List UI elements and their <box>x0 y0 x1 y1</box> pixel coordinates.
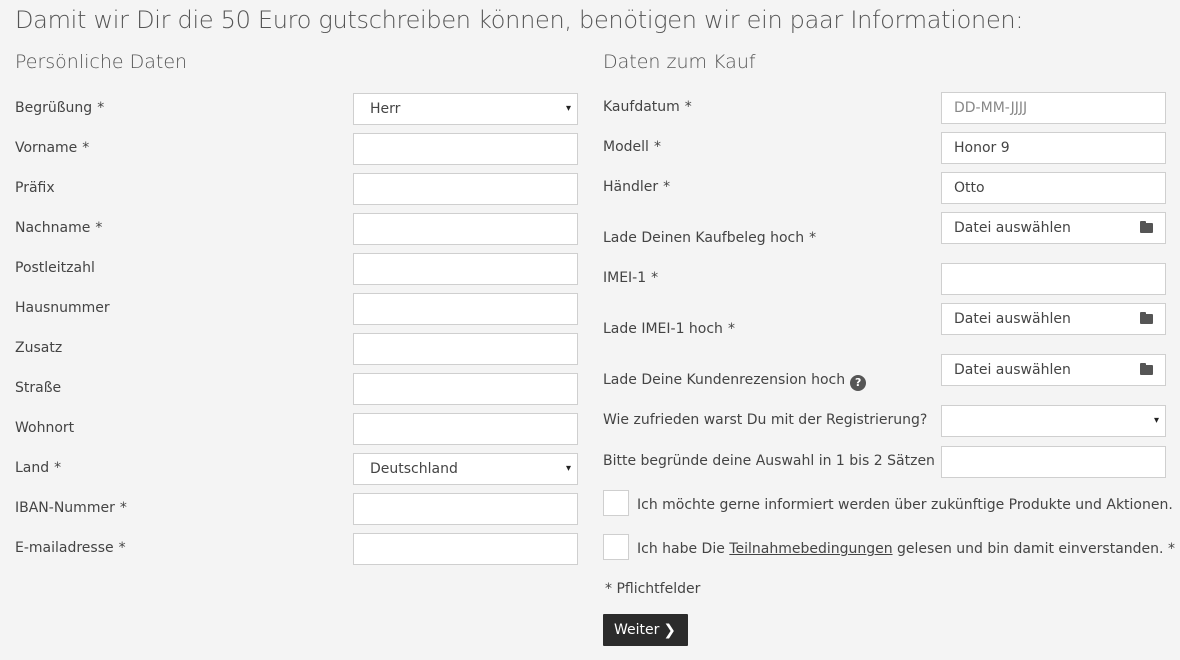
help-circle-icon[interactable]: ? <box>850 375 867 391</box>
next-button[interactable]: Weiter ❯ <box>603 614 688 646</box>
folder-icon <box>1140 363 1153 375</box>
label-postleitzahl: Postleitzahl <box>15 260 95 276</box>
label-begruessung: Begrüßung * <box>15 100 105 116</box>
label-zusatz: Zusatz <box>15 340 63 356</box>
label-iban: IBAN-Nummer * <box>15 500 127 516</box>
terms-link[interactable]: Teilnahmebedingungen <box>729 541 892 557</box>
label-imei-upload: Lade IMEI-1 hoch * <box>603 321 735 337</box>
purchase-date-input[interactable]: DD-MM-JJJJ <box>941 92 1166 124</box>
receipt-file-picker[interactable]: Datei auswählen <box>941 212 1166 244</box>
postal-code-input[interactable] <box>353 253 578 285</box>
chevron-down-icon: ▾ <box>565 103 571 114</box>
email-input[interactable] <box>353 533 578 565</box>
terms-checkbox[interactable] <box>603 534 629 560</box>
newsletter-label: Ich möchte gerne informiert werden über … <box>637 497 1173 513</box>
section-title-personal: Persönliche Daten <box>15 51 188 73</box>
label-imei: IMEI-1 * <box>603 270 659 286</box>
label-kaufbeleg: Lade Deinen Kaufbeleg hoch * <box>603 230 817 246</box>
folder-icon <box>1140 312 1153 324</box>
label-rezension: Lade Deine Kundenrezension hoch? <box>603 372 867 391</box>
terms-label: Ich habe Die Teilnahmebedingungen gelese… <box>637 541 1175 557</box>
chevron-down-icon: ▾ <box>565 463 571 474</box>
newsletter-checkbox[interactable] <box>603 490 629 516</box>
label-email: E-mailadresse * <box>15 540 126 556</box>
country-select[interactable]: Deutschland ▾ <box>353 453 578 485</box>
chevron-right-icon: ❯ <box>663 621 676 639</box>
label-satisfaction: Wie zufrieden warst Du mit der Registrie… <box>603 412 928 428</box>
folder-icon <box>1140 221 1153 233</box>
prefix-input[interactable] <box>353 173 578 205</box>
label-wohnort: Wohnort <box>15 420 75 436</box>
iban-input[interactable] <box>353 493 578 525</box>
label-kaufdatum: Kaufdatum * <box>603 99 692 115</box>
label-hausnummer: Hausnummer <box>15 300 110 316</box>
review-file-picker[interactable]: Datei auswählen <box>941 354 1166 386</box>
label-vorname: Vorname * <box>15 140 90 156</box>
retailer-input[interactable]: Otto <box>941 172 1166 204</box>
address-addition-input[interactable] <box>353 333 578 365</box>
label-haendler: Händler * <box>603 179 671 195</box>
imei-input[interactable] <box>941 263 1166 295</box>
house-number-input[interactable] <box>353 293 578 325</box>
satisfaction-select[interactable]: ▾ <box>941 405 1166 437</box>
required-fields-note: * Pflichtfelder <box>605 581 701 597</box>
street-input[interactable] <box>353 373 578 405</box>
imei-file-picker[interactable]: Datei auswählen <box>941 303 1166 335</box>
chevron-down-icon: ▾ <box>1153 415 1159 426</box>
city-input[interactable] <box>353 413 578 445</box>
label-modell: Modell * <box>603 139 661 155</box>
section-title-purchase: Daten zum Kauf <box>603 51 756 73</box>
page-heading: Damit wir Dir die 50 Euro gutschreiben k… <box>15 6 1024 34</box>
last-name-input[interactable] <box>353 213 578 245</box>
label-praefix: Präfix <box>15 180 55 196</box>
label-reason: Bitte begründe deine Auswahl in 1 bis 2 … <box>603 453 935 469</box>
model-input[interactable]: Honor 9 <box>941 132 1166 164</box>
label-nachname: Nachname * <box>15 220 103 236</box>
salutation-select[interactable]: Herr ▾ <box>353 93 578 125</box>
reason-input[interactable] <box>941 446 1166 478</box>
label-land: Land * <box>15 460 62 476</box>
first-name-input[interactable] <box>353 133 578 165</box>
label-strasse: Straße <box>15 380 62 396</box>
